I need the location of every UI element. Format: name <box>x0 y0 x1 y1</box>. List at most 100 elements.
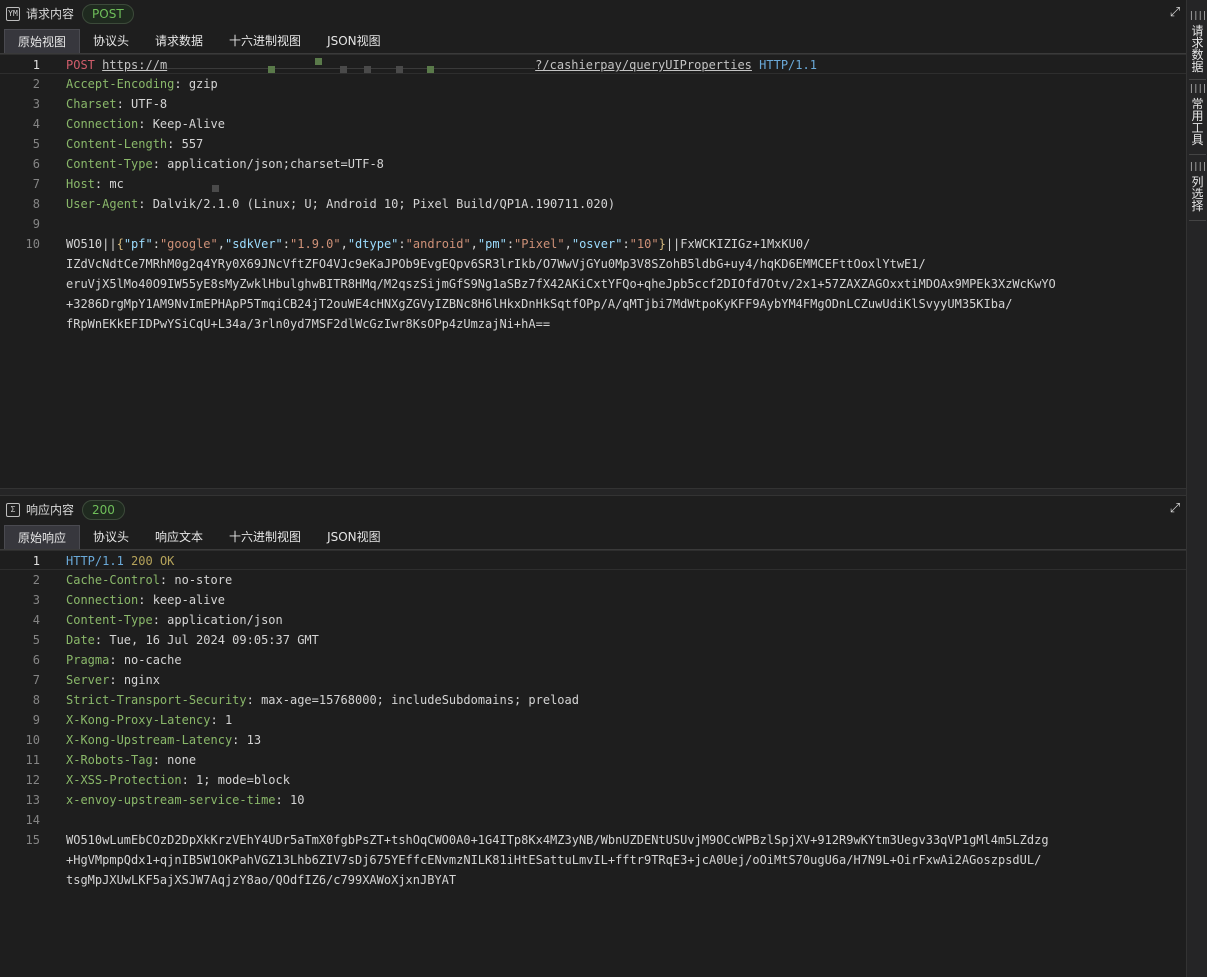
header-value: none <box>167 753 197 767</box>
sidebar-tab-column-select[interactable]: |||| 列选择 <box>1187 161 1207 212</box>
header-value: UTF-8 <box>131 97 168 111</box>
header-name: Connection <box>66 117 139 131</box>
header-value: keep-alive <box>152 593 225 607</box>
response-tabs: 原始响应 协议头 响应文本 十六进制视图 JSON视图 <box>4 525 394 549</box>
tab-headers[interactable]: 协议头 <box>80 525 142 549</box>
code-line: 2 Accept-Encoding: gzip <box>0 74 1186 94</box>
redaction-mark <box>364 66 371 73</box>
header-value: 557 <box>181 137 204 151</box>
line-number: 10 <box>25 733 40 747</box>
grip-icon: |||| <box>1188 84 1207 94</box>
line-number: 5 <box>32 137 40 151</box>
code-line: 12 X-XSS-Protection: 1; mode=block <box>0 770 1186 790</box>
url-start[interactable]: https://m <box>102 58 167 72</box>
body-wrap-line: eruVjX5lMo40O9IW55yE8sMyZwklHbulghwBITR8… <box>66 277 1056 291</box>
header-value: application/json <box>167 613 283 627</box>
sidebar-tab-label: 请求数据 <box>1191 24 1204 74</box>
code-line: 2 Cache-Control: no-store <box>0 570 1186 590</box>
header-name: X-Kong-Upstream-Latency <box>66 733 233 747</box>
request-window-icon: YM <box>6 6 20 21</box>
sidebar-tab-label: 常用工具 <box>1191 97 1204 147</box>
code-line: 14 <box>0 810 1186 830</box>
body-wrap-line: +3286DrgMpY1AM9NvImEPHApP5TmqiCB24jT2ouW… <box>66 297 1013 311</box>
response-body: WO510wLumEbCOzD2DpXkKrzVEhY4UDr5aTmX0fgb… <box>66 833 1049 847</box>
expand-icon[interactable]: ⤢ <box>1168 6 1182 20</box>
header-name: X-Kong-Proxy-Latency <box>66 713 211 727</box>
header-name: Content-Length <box>66 137 168 151</box>
line-number: 2 <box>32 573 40 587</box>
header-value: 13 <box>246 733 262 747</box>
line-number: 7 <box>32 177 40 191</box>
line-number: 14 <box>25 813 40 827</box>
code-line: 7 Host: mc <box>0 174 1186 194</box>
tab-raw-response[interactable]: 原始响应 <box>4 525 81 549</box>
request-panel: YM 请求内容 POST ⤢ 原始视图 协议头 请求数据 十六进制视图 JSON… <box>0 0 1186 488</box>
sidebar-tab-request-data[interactable]: |||| 请求数据 <box>1187 10 1207 73</box>
response-editor[interactable]: 1 HTTP/1.1 200 OK 2 Cache-Control: no-sto… <box>0 550 1186 890</box>
tab-hex-view[interactable]: 十六进制视图 <box>216 525 314 549</box>
header-value: application/json;charset=UTF-8 <box>167 157 384 171</box>
request-panel-header: YM 请求内容 POST ⤢ <box>0 0 1186 27</box>
tab-json-view[interactable]: JSON视图 <box>314 525 394 549</box>
header-name: Cache-Control <box>66 573 160 587</box>
tab-json-view[interactable]: JSON视图 <box>314 29 394 53</box>
line-number: 4 <box>32 117 40 131</box>
line-number: 6 <box>32 157 40 171</box>
code-line: 6 Pragma: no-cache <box>0 650 1186 670</box>
code-line: 4 Content-Type: application/json <box>0 610 1186 630</box>
request-panel-title: 请求内容 <box>26 7 75 21</box>
status-line: HTTP/1.1 200 OK <box>66 554 175 568</box>
tab-hex-view[interactable]: 十六进制视图 <box>216 29 314 53</box>
header-name: X-Robots-Tag <box>66 753 153 767</box>
redaction-mark <box>212 185 219 192</box>
line-number: 1 <box>32 554 40 568</box>
http-method: POST <box>66 58 95 72</box>
tab-request-data[interactable]: 请求数据 <box>142 29 216 53</box>
redaction-mark <box>396 66 403 73</box>
tab-headers[interactable]: 协议头 <box>80 29 142 53</box>
http-version: HTTP/1.1 <box>759 58 817 72</box>
redaction-mark <box>315 58 322 65</box>
header-value: max-age=15768000; includeSubdomains; pre… <box>261 693 579 707</box>
line-number: 2 <box>32 77 40 91</box>
line-number: 4 <box>32 613 40 627</box>
header-value: mc <box>109 177 124 191</box>
tab-response-text[interactable]: 响应文本 <box>142 525 216 549</box>
request-editor[interactable]: 1 POST https://m ?/cashierpay/queryUIProp… <box>0 54 1186 334</box>
sigma-icon: Σ <box>6 502 20 517</box>
code-line: 5 Date: Tue, 16 Jul 2024 09:05:37 GMT <box>0 630 1186 650</box>
line-number: 5 <box>32 633 40 647</box>
line-number: 12 <box>25 773 40 787</box>
line-number: 3 <box>32 593 40 607</box>
body-wrap-line: tsgMpJXUwLKF5ajXSJW7AqjzY8ao/QOdfIZ6/c79… <box>66 873 457 887</box>
header-value: nginx <box>123 673 160 687</box>
header-value: Dalvik/2.1.0 (Linux; U; Android 10; Pixe… <box>152 197 616 211</box>
code-line: 11 X-Robots-Tag: none <box>0 750 1186 770</box>
header-value: Tue, 16 Jul 2024 09:05:37 GMT <box>109 633 319 647</box>
grip-icon: |||| <box>1188 162 1207 172</box>
code-line: 5 Content-Length: 557 <box>0 134 1186 154</box>
code-line: 6 Content-Type: application/json;charset… <box>0 154 1186 174</box>
line-number: 1 <box>32 58 40 72</box>
line-number: 9 <box>32 713 40 727</box>
url-end[interactable]: ?/cashierpay/queryUIProperties <box>535 58 752 72</box>
expand-icon[interactable]: ⤢ <box>1168 502 1182 516</box>
header-name: Connection <box>66 593 139 607</box>
header-name: Date <box>66 633 95 647</box>
header-value: no-cache <box>123 653 182 667</box>
header-value: no-store <box>174 573 233 587</box>
body-wrap-line: fRpWnEKkEFIDPwYSiCqU+L34a/3rln0yd7MSF2dl… <box>66 317 551 331</box>
panel-splitter[interactable] <box>0 488 1186 496</box>
sidebar-tab-common-tools[interactable]: |||| 常用工具 <box>1187 83 1207 146</box>
request-method-badge: POST <box>82 3 134 24</box>
redaction-mark <box>268 66 275 73</box>
right-sidebar: |||| 请求数据 |||| 常用工具 |||| 列选择 <box>1186 0 1207 977</box>
code-line: 4 Connection: Keep-Alive <box>0 114 1186 134</box>
line-number: 9 <box>32 217 40 231</box>
code-line: 1 HTTP/1.1 200 OK <box>0 550 1186 570</box>
response-panel-header: Σ 响应内容 200 ⤢ <box>0 496 1186 523</box>
redaction-mark <box>340 66 347 73</box>
header-name: Content-Type <box>66 613 153 627</box>
tab-raw-view[interactable]: 原始视图 <box>4 29 81 53</box>
grip-icon: |||| <box>1188 11 1207 21</box>
